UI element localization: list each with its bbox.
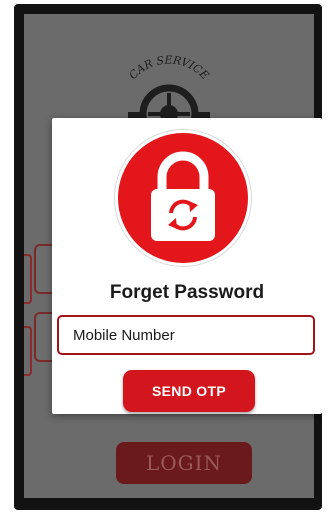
forget-password-dialog: Forget Password SEND OTP [52, 118, 322, 414]
lock-refresh-icon [151, 151, 215, 241]
field-edge-left [24, 254, 32, 304]
svg-text:CAR SERVICE: CAR SERVICE [126, 53, 211, 82]
login-button: LOGIN [116, 442, 252, 484]
field-edge-left [24, 326, 32, 376]
dialog-title: Forget Password [109, 282, 265, 303]
logo-text: CAR SERVICE [126, 53, 211, 82]
mobile-number-input[interactable] [57, 315, 315, 355]
lock-badge [115, 130, 251, 266]
device-frame: CAR SERVICE ● ● LOGIN [14, 4, 322, 510]
send-otp-button[interactable]: SEND OTP [123, 370, 255, 412]
